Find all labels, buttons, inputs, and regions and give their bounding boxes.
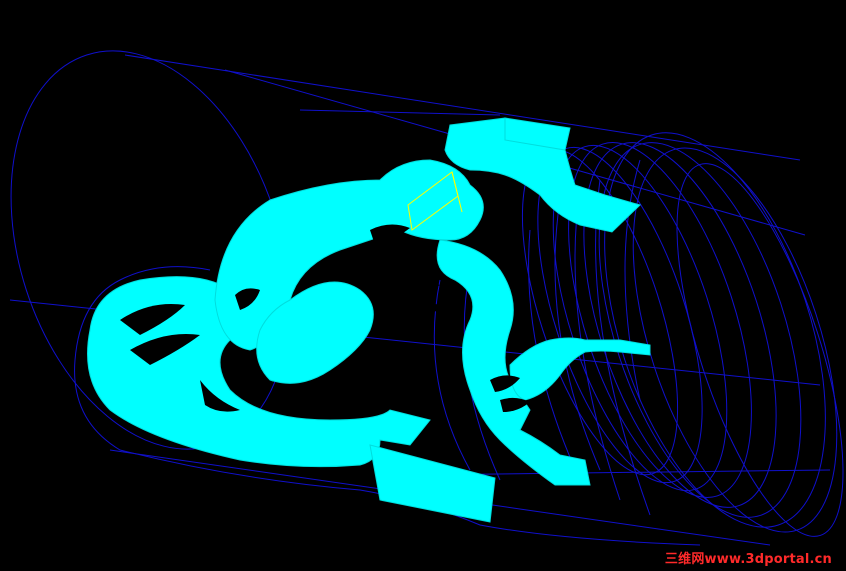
site-watermark: 三维网www.3dportal.cn [664, 552, 832, 567]
cad-viewport[interactable]: 三维网www.3dportal.cn [0, 0, 846, 571]
wireframe-model-canvas[interactable] [0, 0, 846, 571]
part-body[interactable] [87, 117, 651, 523]
